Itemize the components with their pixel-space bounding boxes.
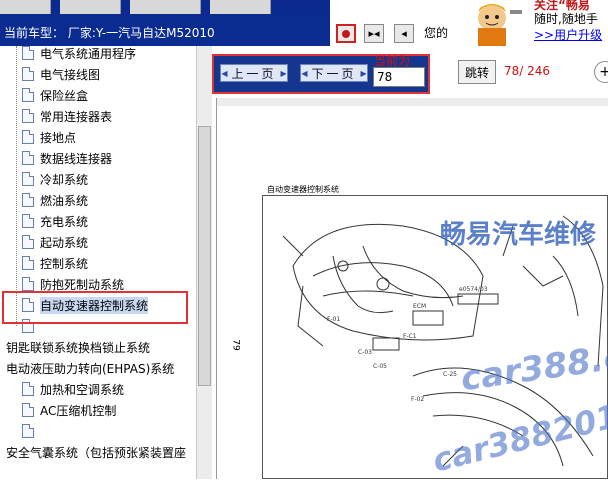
sidebar-item-label: 电动液压助力转向(EHPAS)系统	[6, 361, 175, 376]
sidebar-item[interactable]: 保险丝盒	[22, 85, 88, 105]
left-arrow-icon: ◀	[301, 68, 308, 78]
jump-button[interactable]: 跳转	[458, 60, 496, 84]
upgrade-link[interactable]: >>用户升级	[534, 26, 602, 43]
next-page-label: 下一页	[311, 66, 357, 81]
model-bar: 当前车型： 厂家:Y-一汽马自达M52010	[0, 14, 330, 46]
sidebar-item[interactable]: 充电系统	[22, 211, 88, 231]
document-icon	[22, 256, 34, 270]
top-strip	[0, 0, 330, 14]
promo-ad: 关注“畅易 随时,随地手 >>用户升级	[528, 0, 608, 46]
sidebar-item[interactable]: 电气接线图	[22, 64, 100, 84]
sidebar-item[interactable]: 数据线连接器	[22, 148, 112, 168]
sidebar-tree: 电气系统通用程序 电气接线图保险丝盒常用连接器表 接地点数据线连接器 冷却系统燃油系统…	[0, 46, 212, 479]
next-page-button[interactable]: ◀ 下一页 ▶	[300, 64, 368, 82]
svg-text:F-C1: F-C1	[403, 333, 417, 340]
sidebar-item-label: 防抱死制动系统	[40, 277, 125, 292]
sidebar-item-label: 常用连接器表	[40, 109, 113, 124]
scrollbar-thumb[interactable]	[198, 126, 211, 386]
sidebar-item[interactable]: 起动系统	[22, 232, 88, 252]
svg-text:F-02: F-02	[411, 396, 424, 403]
prev-page-label: 上一页	[231, 66, 277, 81]
sidebar-item[interactable]: 控制系统	[22, 253, 88, 273]
page-top-bar	[216, 98, 608, 106]
sidebar-item-label: 电气系统通用程序	[40, 46, 137, 61]
sidebar-item-label: 保险丝盒	[40, 88, 89, 103]
sidebar-item[interactable]	[22, 421, 40, 441]
page-divider	[216, 98, 217, 479]
document-icon	[22, 235, 34, 249]
sidebar-item-label: 数据线连接器	[40, 151, 113, 166]
right-arrow-icon: ▶	[360, 68, 367, 78]
sidebar-item[interactable]: 冷却系统	[22, 169, 88, 189]
document-icon	[22, 214, 34, 228]
document-icon	[22, 88, 34, 102]
document-icon	[22, 46, 34, 60]
plus-icon: +	[599, 64, 608, 80]
current-model-label: 当前车型： 厂家:Y-一汽马自达M52010	[4, 26, 215, 40]
sidebar-item[interactable]: 常用连接器表	[22, 106, 112, 126]
document-page-number: 79	[230, 339, 241, 351]
fit-icon: ▸◂	[368, 27, 380, 40]
selected-highlight	[2, 291, 188, 324]
svg-text:e0574/03: e0574/03	[459, 286, 488, 293]
document-icon	[22, 130, 34, 144]
document-icon	[22, 403, 34, 417]
svg-text:C-25: C-25	[443, 371, 457, 378]
document-title: 自动变速器控制系统	[267, 185, 339, 194]
back-button[interactable]: ◂	[394, 24, 414, 43]
prev-page-button[interactable]: ◀ 上一页 ▶	[220, 64, 288, 82]
sidebar-item-label: 接地点	[40, 130, 77, 145]
svg-text:C-05: C-05	[373, 363, 387, 370]
your-text: 您的	[424, 26, 449, 40]
left-arrow-icon: ◀	[221, 68, 228, 78]
watermark-brand: 畅易汽车维修	[440, 220, 597, 250]
page-number-input[interactable]: 78	[373, 67, 425, 87]
document-icon	[22, 151, 34, 165]
sidebar-item[interactable]: 钥匙联锁系统换档锁止系统	[6, 337, 150, 357]
record-button[interactable]	[336, 24, 356, 43]
document-icon	[22, 172, 34, 186]
sidebar-item-label: 控制系统	[40, 256, 89, 271]
fit-button[interactable]: ▸◂	[364, 24, 384, 43]
document-icon	[22, 67, 34, 81]
sidebar-item-label: 充电系统	[40, 214, 89, 229]
sidebar-item[interactable]: 加热和空调系统	[22, 379, 124, 399]
sidebar-item-label: AC压缩机控制	[40, 403, 117, 418]
page-count: 78/ 246	[504, 64, 551, 78]
document-icon	[22, 277, 34, 291]
sidebar-item[interactable]: AC压缩机控制	[22, 400, 116, 420]
sidebar-scrollbar[interactable]	[196, 46, 213, 479]
sidebar-item-label: 安全气囊系统（包括预张紧装置座	[6, 445, 187, 460]
sidebar-item-label: 冷却系统	[40, 172, 89, 187]
sidebar-item[interactable]: 安全气囊系统（包括预张紧装置座	[6, 442, 186, 462]
sidebar-item-label: 电气接线图	[40, 67, 101, 82]
sidebar-item-label: 起动系统	[40, 235, 89, 250]
menu-cell[interactable]	[60, 0, 121, 14]
svg-text:C-03: C-03	[358, 349, 372, 356]
svg-text:F-01: F-01	[327, 316, 340, 323]
document-icon	[22, 193, 34, 207]
back-icon: ◂	[401, 27, 407, 40]
ad-line2: 随时,随地手	[534, 12, 598, 26]
mascot-image	[458, 0, 526, 46]
sidebar-item[interactable]: 燃油系统	[22, 190, 88, 210]
document-icon	[22, 382, 34, 396]
right-arrow-icon: ▶	[280, 68, 287, 78]
sidebar-item-label: 钥匙联锁系统换档锁止系统	[6, 340, 151, 355]
sidebar-item[interactable]: 接地点	[22, 127, 76, 147]
sidebar-item-label: 加热和空调系统	[40, 382, 125, 397]
top-bar: 当前车型： 厂家:Y-一汽马自达M52010 ▸◂ ◂ 您的 关注“畅易 随时,…	[0, 0, 608, 46]
record-icon	[342, 29, 350, 38]
sidebar-item[interactable]: 电气系统通用程序	[22, 46, 136, 63]
document-icon	[22, 424, 34, 438]
menu-cell[interactable]	[130, 0, 201, 14]
sidebar-item-label: 燃油系统	[40, 193, 89, 208]
sidebar-item[interactable]: 电动液压助力转向(EHPAS)系统	[6, 358, 174, 378]
svg-text:ECM: ECM	[413, 303, 426, 310]
menu-cell[interactable]	[210, 0, 271, 14]
tree-line	[16, 46, 17, 326]
document-icon	[22, 109, 34, 123]
menu-cell[interactable]	[0, 0, 51, 14]
